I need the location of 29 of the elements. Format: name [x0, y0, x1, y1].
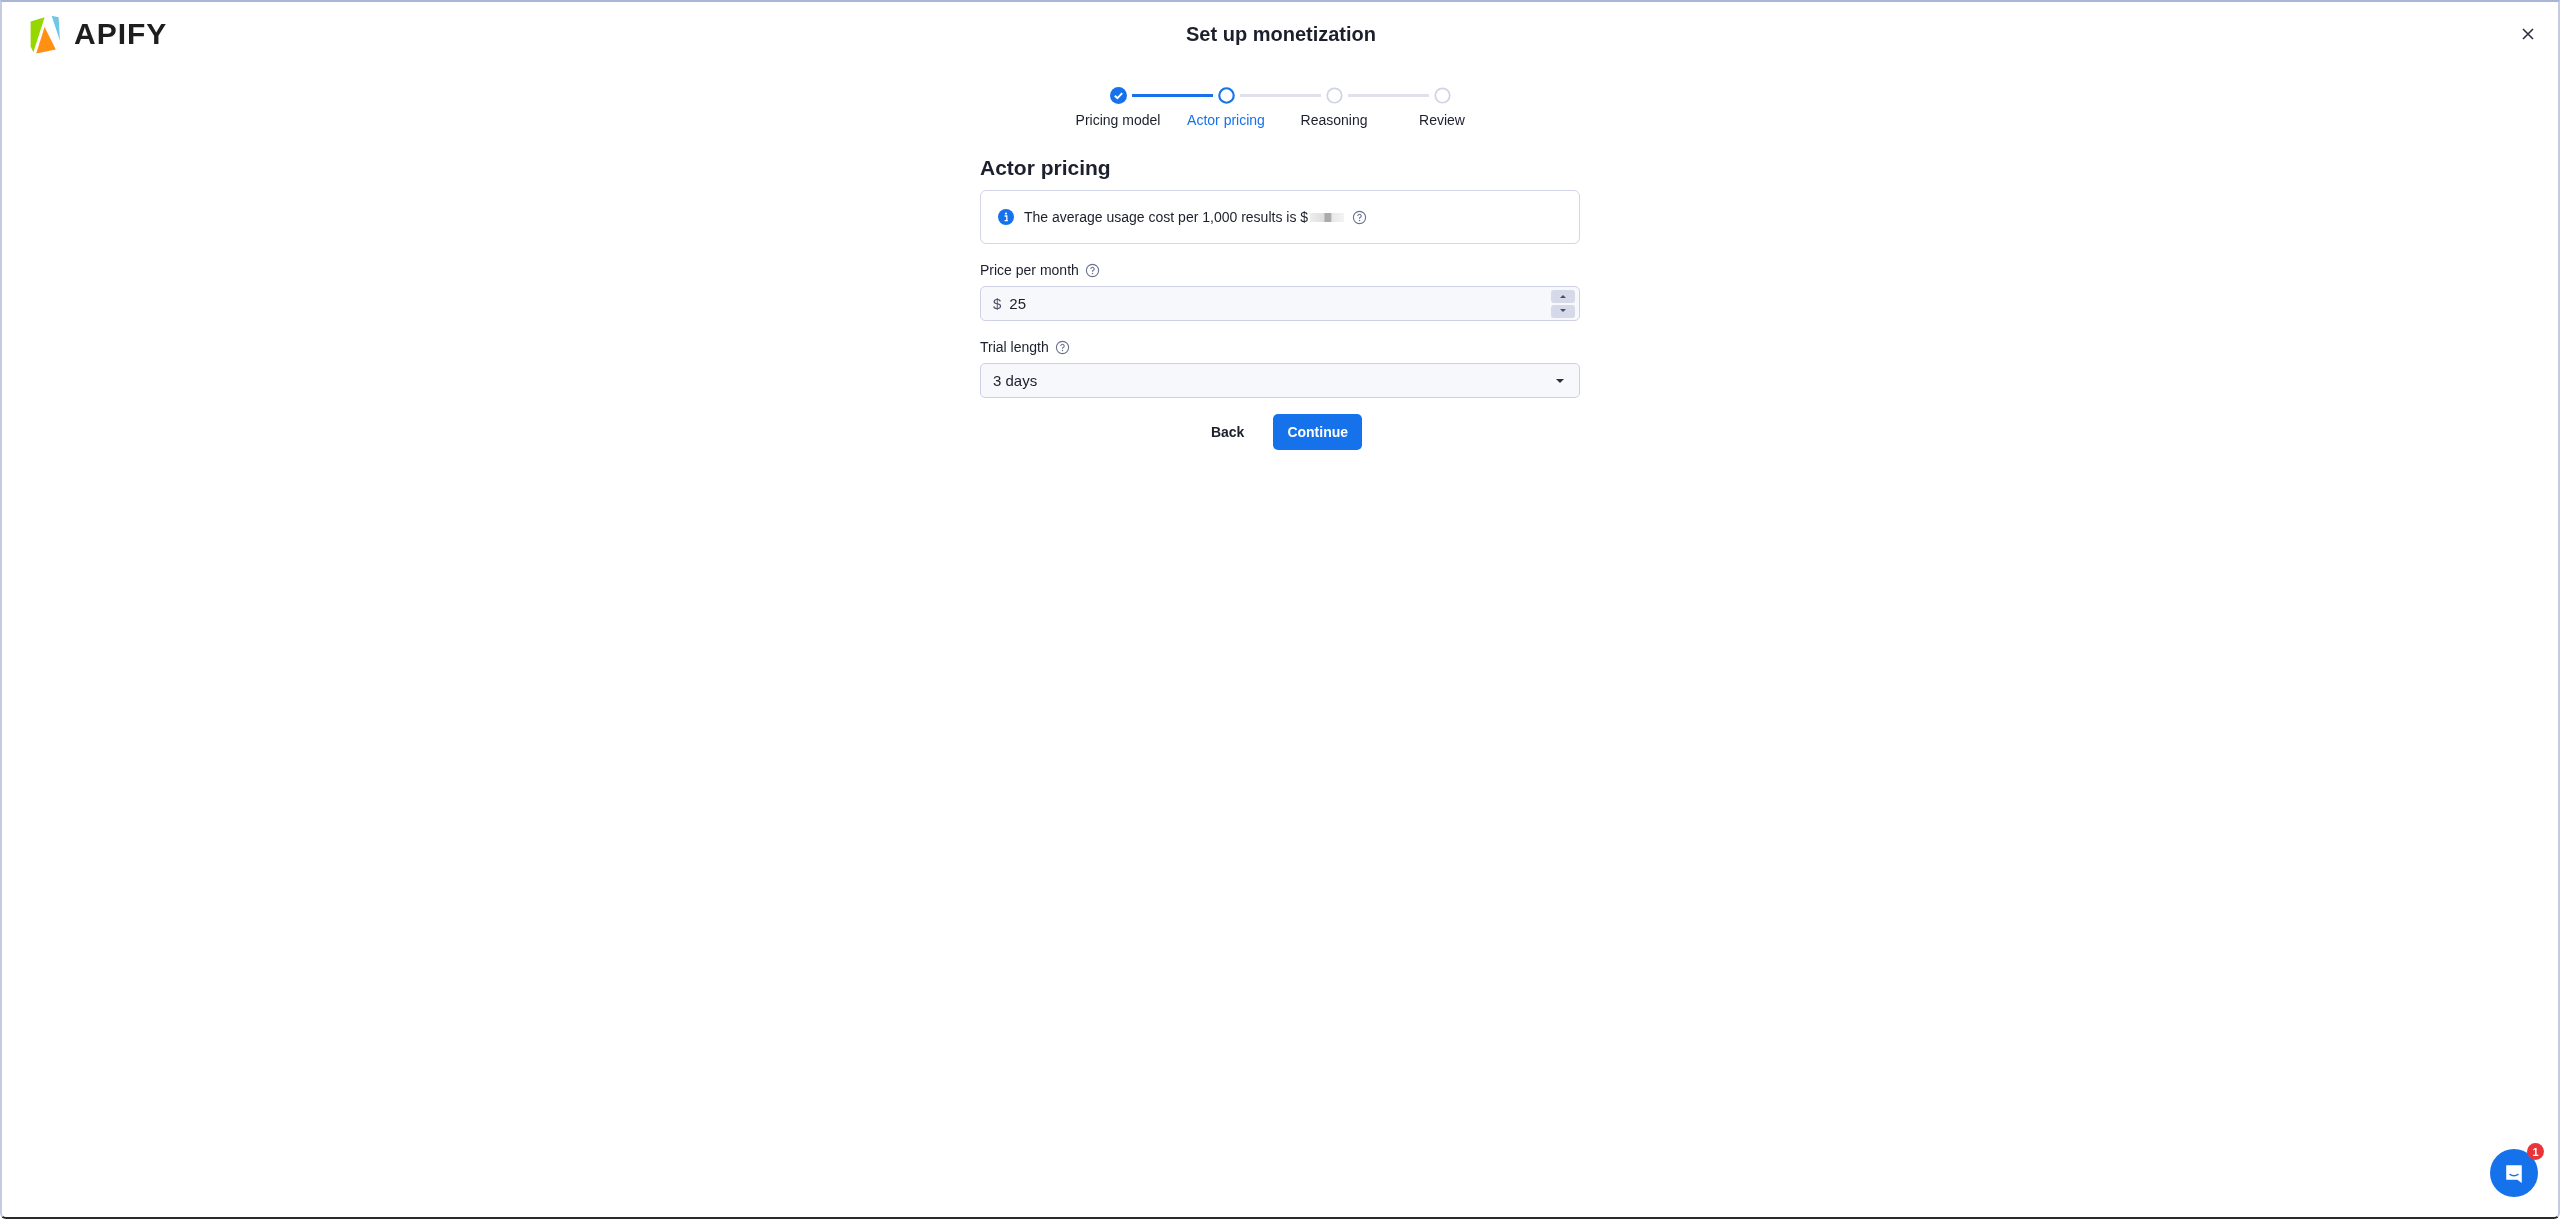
logo-text: APIFY [74, 17, 168, 51]
step-label[interactable]: Reasoning [1300, 112, 1368, 128]
continue-button[interactable]: Continue [1273, 414, 1363, 450]
increment-button[interactable] [1551, 289, 1575, 303]
price-field[interactable]: $ 25 [980, 286, 1580, 321]
help-icon[interactable] [1054, 339, 1070, 355]
redacted-value [1310, 212, 1345, 222]
select-value: 3 days [993, 372, 1039, 389]
field-label: Price per month [980, 262, 1079, 278]
step-label[interactable]: Actor pricing [1187, 112, 1265, 128]
back-button[interactable]: Back [1197, 414, 1258, 450]
decrement-button[interactable] [1551, 304, 1575, 318]
currency-prefix: $ [993, 295, 1002, 312]
chat-button[interactable] [2490, 1149, 2538, 1197]
chat-icon [2504, 1163, 2524, 1183]
info-text: The average usage cost per 1,000 results is $ [1024, 209, 1309, 225]
step-label[interactable]: Pricing model [1075, 112, 1161, 128]
trial-select[interactable]: 3 days [980, 363, 1580, 398]
step-label[interactable]: Review [1419, 112, 1465, 128]
notification-badge: 1 [2527, 1143, 2544, 1160]
caret-icon [1555, 377, 1565, 384]
help-icon[interactable] [1084, 262, 1100, 278]
window-title: Set up monetization [1186, 22, 1376, 46]
section-heading: Actor pricing [980, 156, 1112, 180]
field-value: 25 [1009, 295, 1028, 312]
field-label: Trial length [980, 339, 1049, 355]
info-icon [998, 209, 1014, 225]
close-icon [2520, 26, 2536, 42]
help-icon[interactable] [1352, 209, 1368, 225]
